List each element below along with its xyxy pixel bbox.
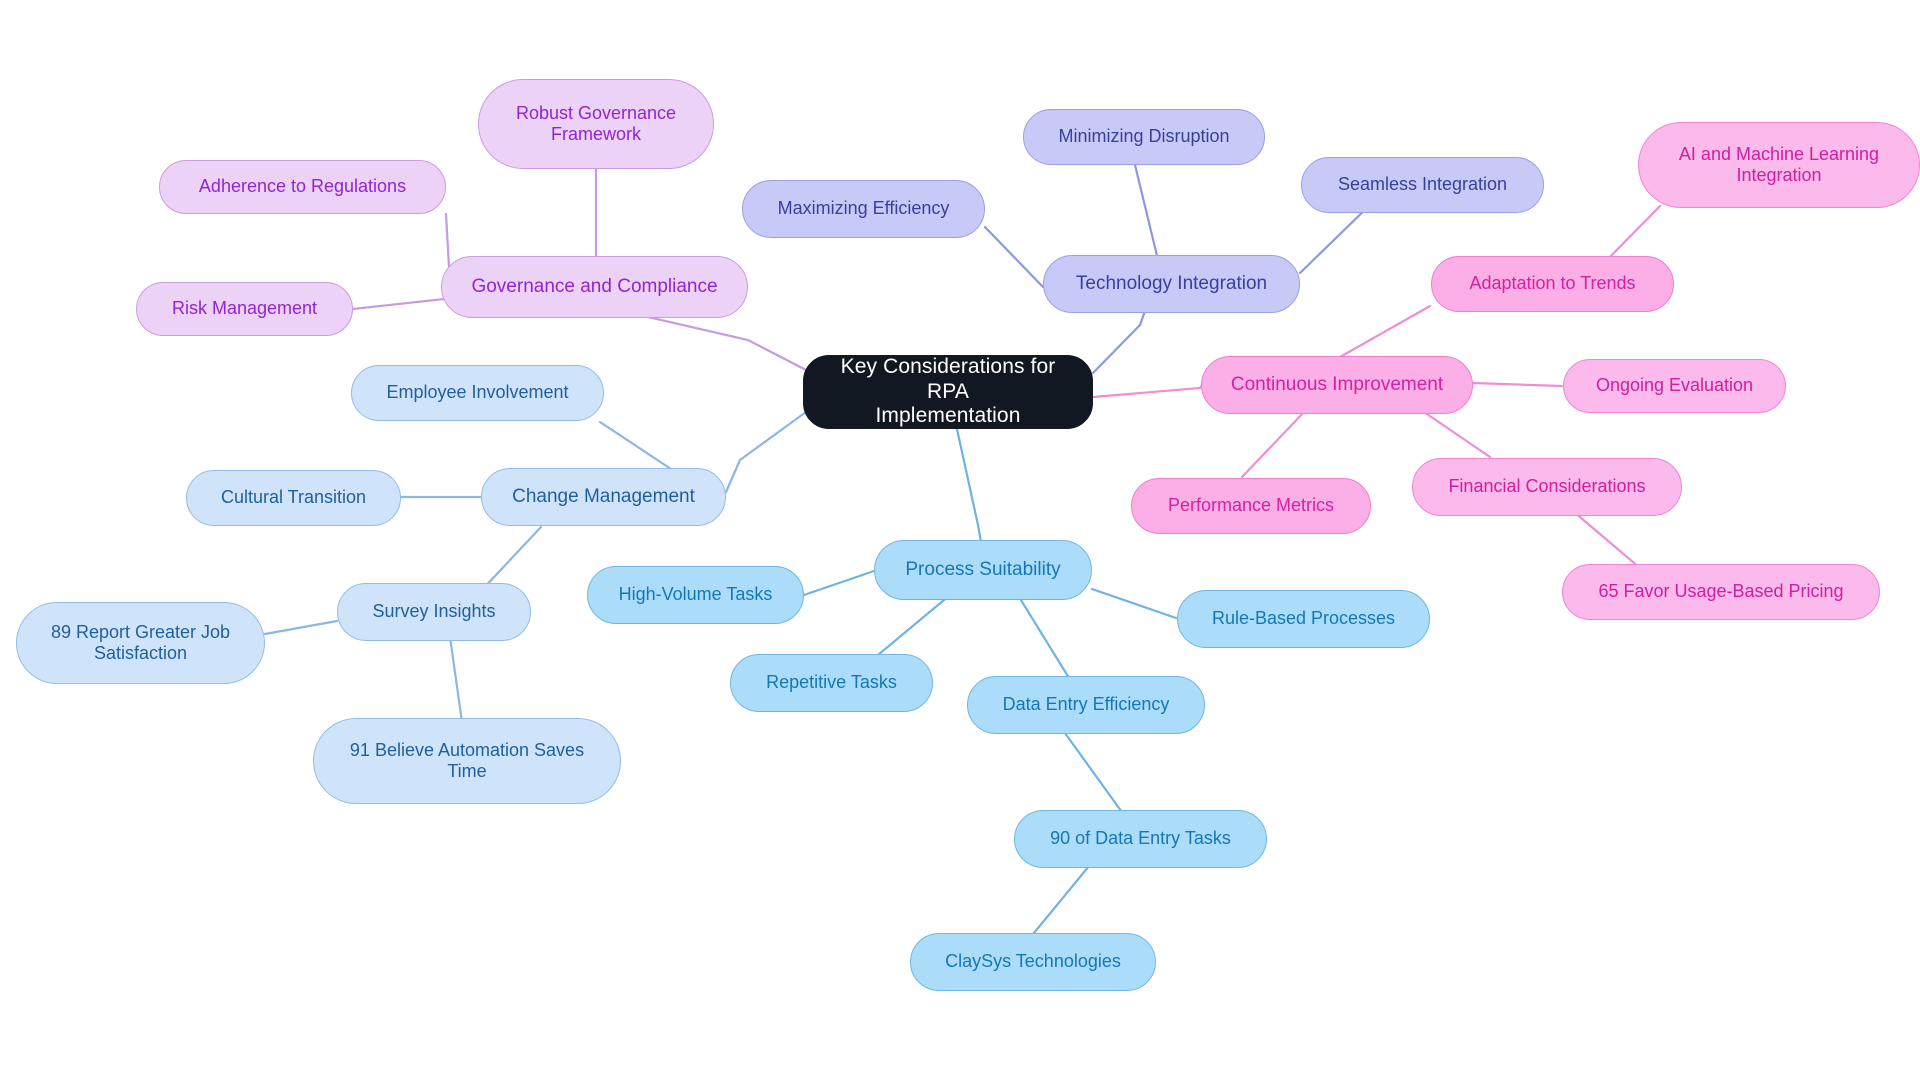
node-repetitive-tasks-label: Repetitive Tasks — [766, 672, 897, 693]
mindmap-canvas: Key Considerations for RPA Implementatio… — [0, 0, 1920, 1083]
node-report-greater-job-satisfaction[interactable]: 89 Report Greater Job Satisfaction — [16, 602, 265, 684]
node-survey-insights-label: Survey Insights — [372, 601, 496, 622]
link-process-repetitive — [870, 593, 952, 662]
link-root-process — [953, 418, 984, 550]
branch-process-suitability-label: Process Suitability — [905, 558, 1061, 580]
branch-continuous-improvement[interactable]: Continuous Improvement — [1201, 356, 1473, 414]
link-continuous-financial — [1422, 410, 1492, 459]
link-process-rule-based — [1090, 587, 1178, 620]
node-high-volume-tasks[interactable]: High-Volume Tasks — [587, 566, 804, 624]
link-continuous-performance — [1240, 408, 1308, 479]
node-data-entry-efficiency-label: Data Entry Efficiency — [1002, 694, 1170, 715]
node-favor-usage-based-pricing-label: 65 Favor Usage-Based Pricing — [1598, 581, 1844, 602]
node-seamless-integration[interactable]: Seamless Integration — [1301, 157, 1544, 213]
node-risk-management[interactable]: Risk Management — [136, 282, 353, 336]
branch-change-management-label: Change Management — [512, 485, 695, 507]
node-ongoing-evaluation-label: Ongoing Evaluation — [1595, 375, 1754, 396]
node-ongoing-evaluation[interactable]: Ongoing Evaluation — [1563, 359, 1786, 413]
branch-technology-integration-label: Technology Integration — [1075, 272, 1268, 294]
node-adaptation-to-trends[interactable]: Adaptation to Trends — [1431, 256, 1674, 312]
node-ai-and-machine-learning-integration[interactable]: AI and Machine Learning Integration — [1638, 122, 1920, 208]
node-seamless-integration-label: Seamless Integration — [1337, 174, 1508, 195]
node-adherence-to-regulations[interactable]: Adherence to Regulations — [159, 160, 446, 214]
node-cultural-transition[interactable]: Cultural Transition — [186, 470, 401, 526]
branch-governance-and-compliance[interactable]: Governance and Compliance — [441, 256, 748, 318]
node-cultural-transition-label: Cultural Transition — [220, 487, 367, 508]
node-financial-considerations[interactable]: Financial Considerations — [1412, 458, 1682, 516]
link-continuous-adaptation — [1338, 304, 1432, 359]
link-90-claysys — [1027, 858, 1096, 941]
node-believe-automation-saves-time-label: 91 Believe Automation Saves Time — [349, 739, 585, 781]
node-ai-and-machine-learning-integration-label: AI and Machine Learning Integration — [1678, 143, 1880, 185]
node-favor-usage-based-pricing[interactable]: 65 Favor Usage-Based Pricing — [1562, 564, 1880, 620]
link-technology-maximizing — [983, 225, 1045, 289]
node-claysys-technologies[interactable]: ClaySys Technologies — [910, 933, 1156, 991]
node-minimizing-disruption-label: Minimizing Disruption — [1058, 126, 1230, 147]
node-adherence-to-regulations-label: Adherence to Regulations — [198, 176, 407, 197]
node-of-data-entry-tasks[interactable]: 90 of Data Entry Tasks — [1014, 810, 1267, 868]
node-data-entry-efficiency[interactable]: Data Entry Efficiency — [967, 676, 1205, 734]
link-root-continuous — [1091, 383, 1204, 399]
branch-change-management[interactable]: Change Management — [481, 468, 726, 526]
node-employee-involvement[interactable]: Employee Involvement — [351, 365, 604, 421]
node-risk-management-label: Risk Management — [171, 298, 318, 319]
root-node-label: Key Considerations for RPA Implementatio… — [840, 354, 1056, 428]
link-root-change — [724, 410, 808, 494]
node-believe-automation-saves-time[interactable]: 91 Believe Automation Saves Time — [313, 718, 621, 804]
node-repetitive-tasks[interactable]: Repetitive Tasks — [730, 654, 933, 712]
node-employee-involvement-label: Employee Involvement — [386, 382, 569, 403]
node-claysys-technologies-label: ClaySys Technologies — [945, 951, 1121, 972]
node-minimizing-disruption[interactable]: Minimizing Disruption — [1023, 109, 1265, 165]
node-maximizing-efficiency-label: Maximizing Efficiency — [777, 198, 950, 219]
link-governance-risk — [351, 297, 446, 311]
link-survey-satisfaction — [263, 619, 339, 636]
node-maximizing-efficiency[interactable]: Maximizing Efficiency — [742, 180, 985, 238]
node-performance-metrics[interactable]: Performance Metrics — [1131, 478, 1371, 534]
branch-governance-and-compliance-label: Governance and Compliance — [471, 275, 718, 297]
node-report-greater-job-satisfaction-label: 89 Report Greater Job Satisfaction — [50, 621, 231, 663]
branch-process-suitability[interactable]: Process Suitability — [874, 540, 1092, 600]
node-adaptation-to-trends-label: Adaptation to Trends — [1469, 273, 1636, 294]
link-financial-pricing — [1572, 510, 1642, 570]
link-technology-minimizing — [1133, 163, 1162, 270]
node-of-data-entry-tasks-label: 90 of Data Entry Tasks — [1050, 828, 1231, 849]
link-process-high-volume — [802, 569, 876, 597]
node-rule-based-processes-label: Rule-Based Processes — [1211, 608, 1396, 629]
node-financial-considerations-label: Financial Considerations — [1448, 476, 1646, 497]
node-robust-governance-framework[interactable]: Robust Governance Framework — [478, 79, 714, 169]
link-continuous-ongoing — [1471, 381, 1564, 388]
node-performance-metrics-label: Performance Metrics — [1167, 495, 1335, 516]
root-node[interactable]: Key Considerations for RPA Implementatio… — [803, 355, 1093, 429]
node-robust-governance-framework-label: Robust Governance Framework — [515, 102, 677, 144]
branch-continuous-improvement-label: Continuous Improvement — [1230, 373, 1444, 395]
node-survey-insights[interactable]: Survey Insights — [337, 583, 531, 641]
node-rule-based-processes[interactable]: Rule-Based Processes — [1177, 590, 1430, 648]
link-process-data-entry — [1014, 590, 1071, 680]
branch-technology-integration[interactable]: Technology Integration — [1043, 255, 1300, 313]
node-high-volume-tasks-label: High-Volume Tasks — [618, 584, 773, 605]
